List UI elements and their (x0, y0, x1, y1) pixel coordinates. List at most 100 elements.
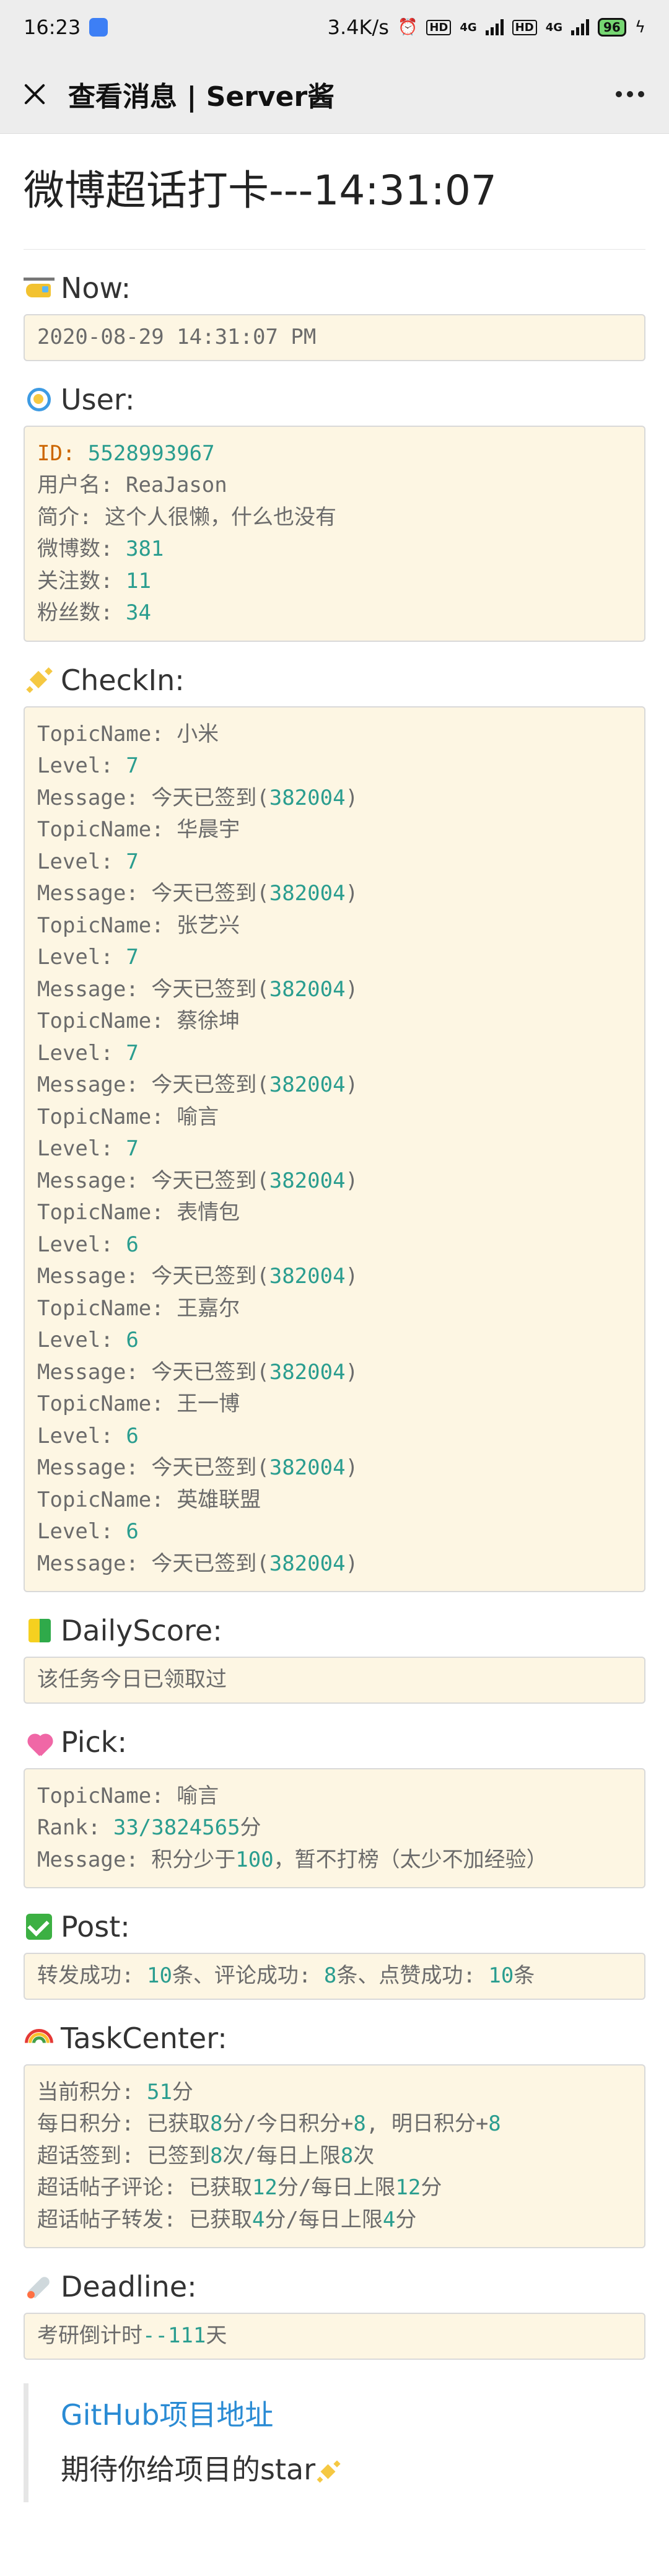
rocket-icon (24, 2272, 57, 2301)
dizzy-icon (24, 385, 57, 414)
user-name: ReaJason (125, 473, 227, 497)
checkin-topic-row: TopicName: 喻言 (37, 1104, 219, 1129)
checkin-message-row: Message: 今天已签到(382004) (37, 1551, 359, 1576)
checkin-level-row: Level: 6 (37, 1423, 139, 1448)
signal-icon-2 (571, 19, 589, 35)
network-type-2: 4G (545, 20, 562, 34)
checkin-message-row: Message: 今天已签到(382004) (37, 785, 359, 810)
comment-count: 8 (323, 1963, 337, 1988)
checkin-topic: 小米 (177, 721, 219, 747)
checkin-topic: 蔡徐坤 (177, 1009, 240, 1033)
hd-badge-2: HD (512, 19, 537, 35)
checkin-level-row: Level: 6 (37, 1519, 139, 1544)
checkin-topic: 张艺兴 (177, 913, 240, 938)
fans-count: 34 (125, 600, 151, 625)
checkin-topic: 华晨宇 (177, 817, 240, 842)
github-project-link[interactable]: GitHub项目地址 (61, 2388, 645, 2442)
checkin-level: 7 (126, 945, 139, 970)
check-mark-icon (24, 1912, 57, 1941)
checkin-level: 7 (126, 1136, 139, 1161)
network-type: 4G (460, 20, 477, 34)
checkin-level-row: Level: 7 (37, 945, 139, 970)
checkin-message-row: Message: 今天已签到(382004) (37, 1072, 359, 1097)
checkin-level-row: Level: 7 (37, 1040, 139, 1066)
checkin-topic-row: TopicName: 蔡徐坤 (37, 1009, 240, 1033)
checkin-level: 6 (126, 1519, 139, 1544)
checkin-level: 7 (126, 849, 139, 874)
checkin-message-row: Message: 今天已签到(382004) (37, 881, 359, 906)
taskcenter-box: 当前积分: 51分 每日积分: 已获取8分/今日积分+8, 明日积分+8 超话签到:… (24, 2064, 645, 2248)
deadline-box: 考研倒计时--111天 (24, 2313, 645, 2360)
checkin-message-row: Message: 今天已签到(382004) (37, 1359, 359, 1385)
checkin-message-row: Message: 今天已签到(382004) (37, 1168, 359, 1193)
helicopter-icon (24, 274, 57, 302)
pick-box: TopicName: 喻言 Rank: 33/3824565分 Message: 积… (24, 1768, 645, 1888)
more-options-icon[interactable] (610, 85, 650, 103)
checkin-level-row: Level: 7 (37, 753, 139, 778)
growing-heart-icon (24, 1728, 57, 1756)
clock: 16:23 (24, 15, 81, 39)
checkin-topic-row: TopicName: 英雄联盟 (37, 1487, 261, 1512)
section-user-title: User: (24, 382, 645, 417)
alarm-icon: ⏰ (397, 18, 418, 37)
dailyscore-box: 该任务今日已领取过 (24, 1657, 645, 1704)
follow-count: 11 (125, 568, 151, 594)
checkin-level: 6 (126, 1232, 139, 1257)
checkin-topic: 表情包 (177, 1200, 240, 1225)
checkin-level: 6 (126, 1328, 139, 1352)
checkin-topic-row: TopicName: 华晨宇 (37, 817, 240, 842)
checkin-message-row: Message: 今天已签到(382004) (37, 1264, 359, 1289)
checkin-topic-row: TopicName: 表情包 (37, 1200, 240, 1225)
section-dailyscore-title: DailyScore: (24, 1613, 645, 1648)
checkin-level-row: Level: 6 (37, 1232, 139, 1257)
sparkles-icon (24, 666, 57, 694)
checkin-level: 7 (126, 753, 139, 778)
beginner-icon (24, 1616, 57, 1645)
rainbow-icon (24, 2024, 57, 2052)
checkin-topic-row: TopicName: 王嘉尔 (37, 1295, 240, 1321)
checkin-topic-row: TopicName: 王一博 (37, 1391, 240, 1416)
checkin-topic-row: TopicName: 小米 (37, 721, 219, 747)
charging-icon: ϟ (634, 18, 645, 37)
network-speed: 3.4K/s (327, 15, 389, 39)
checkin-message-row: Message: 今天已签到(382004) (37, 1455, 359, 1480)
close-icon[interactable] (19, 78, 51, 110)
forward-count: 10 (146, 1963, 172, 1988)
checkin-level-row: Level: 7 (37, 849, 139, 874)
now-box: 2020-08-29 14:31:07 PM (24, 314, 645, 361)
post-box: 转发成功: 10条、评论成功: 8条、点赞成功: 10条 (24, 1953, 645, 2000)
section-pick-title: Pick: (24, 1725, 645, 1759)
checkin-topic-row: TopicName: 张艺兴 (37, 913, 240, 938)
pick-rank: 33/3824565 (113, 1815, 240, 1840)
status-bar: 16:23 3.4K/s ⏰ HD 4G HD 4G 96 ϟ (0, 0, 669, 55)
like-count: 10 (488, 1963, 514, 1988)
section-deadline-title: Deadline: (24, 2269, 645, 2304)
battery-level: 96 (598, 18, 626, 37)
checkin-level: 6 (126, 1423, 139, 1448)
window-title: 查看消息 | Server酱 (68, 81, 335, 113)
title-bar: 查看消息 | Server酱 (0, 55, 669, 134)
footer-quote: GitHub项目地址 期待你给项目的star (24, 2383, 645, 2502)
star-request-text: 期待你给项目的star (61, 2442, 645, 2497)
user-box: ID: 5528993967 用户名: ReaJason 简介: 这个人很懒，什么也… (24, 425, 645, 642)
hd-badge: HD (426, 19, 452, 35)
app-notification-icon (89, 18, 108, 37)
user-id: 5528993967 (87, 440, 215, 466)
message-content: 微博超话打卡---14:31:07 Now: 2020-08-29 14:31:… (0, 134, 669, 2502)
section-taskcenter-title: TaskCenter: (24, 2021, 645, 2056)
user-bio: 这个人很懒，什么也没有 (104, 504, 336, 530)
checkin-topic: 王一博 (177, 1391, 240, 1416)
section-checkin-title: CheckIn: (24, 663, 645, 698)
now-datetime: 2020-08-29 14:31:07 PM (37, 325, 317, 349)
sparkles-icon-footer (315, 2459, 343, 2484)
checkin-level: 7 (126, 1040, 139, 1066)
checkin-topic: 英雄联盟 (177, 1487, 261, 1512)
section-now-title: Now: (24, 271, 645, 305)
pick-topic: 喻言 (177, 1783, 219, 1808)
page-title: 微博超话打卡---14:31:07 (24, 134, 645, 250)
section-post-title: Post: (24, 1909, 645, 1944)
weibo-count: 381 (125, 537, 164, 561)
checkin-topic: 喻言 (177, 1104, 219, 1129)
checkin-level-row: Level: 6 (37, 1328, 139, 1352)
dailyscore-message: 该任务今日已领取过 (37, 1667, 227, 1692)
